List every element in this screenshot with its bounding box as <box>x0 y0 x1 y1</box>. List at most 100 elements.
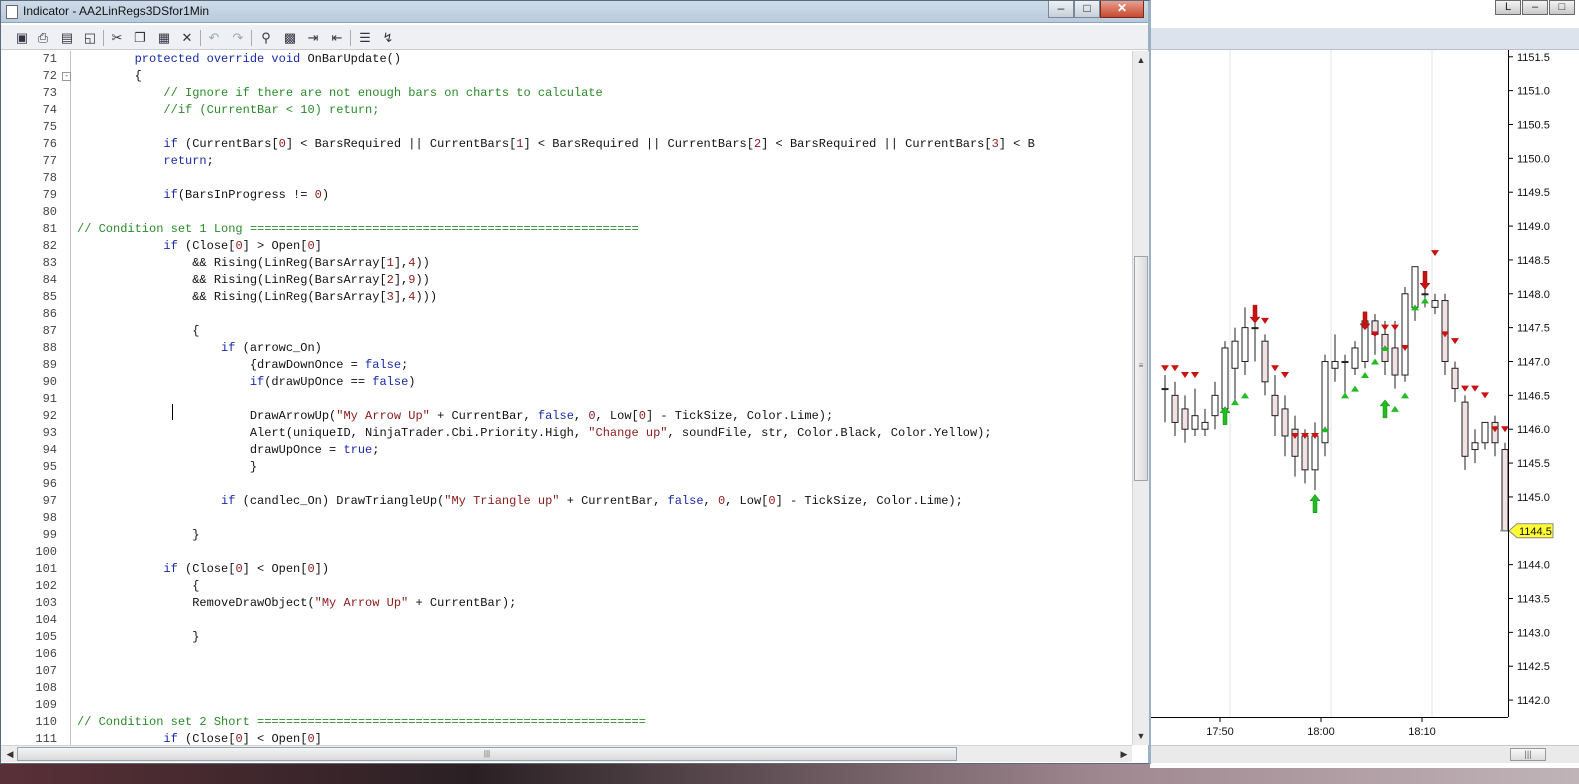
code-line[interactable]: 84 && Rising(LinReg(BarsArray[2],9)) <box>1 272 1131 289</box>
line-number: 91 <box>42 392 57 406</box>
maximize-button[interactable]: □ <box>1074 1 1100 18</box>
code-line[interactable]: 102 { <box>1 578 1131 595</box>
code-line[interactable]: 79 if(BarsInProgress != 0) <box>1 187 1131 204</box>
chart-maximize-button[interactable]: □ <box>1549 0 1575 15</box>
page-setup-icon[interactable]: ◱ <box>82 30 98 45</box>
code-line[interactable]: 109 <box>1 697 1131 714</box>
code-token: if <box>249 375 265 389</box>
time-tick-label: 17:50 <box>1206 726 1234 738</box>
scroll-right-icon[interactable]: ▶ <box>1117 747 1131 761</box>
copy-icon[interactable]: ❐ <box>132 30 148 45</box>
code-text: // Condition set 2 Short ===============… <box>77 714 646 731</box>
code-line[interactable]: 81 // Condition set 1 Long ==============… <box>1 221 1131 238</box>
uncomment-icon[interactable]: ↯ <box>380 30 396 45</box>
code-line[interactable]: 87 { <box>1 323 1131 340</box>
code-token: ) <box>408 375 416 389</box>
code-token: 0 <box>307 732 315 745</box>
code-line[interactable]: 72- { <box>1 68 1131 85</box>
chart-plot-area[interactable] <box>1160 50 1519 717</box>
code-line[interactable]: 73 // Ignore if there are not enough bar… <box>1 85 1131 102</box>
code-line[interactable]: 75 <box>1 119 1131 136</box>
code-line[interactable]: 110 // Condition set 2 Short ============… <box>1 714 1131 731</box>
code-line[interactable]: 100 <box>1 544 1131 561</box>
close-button[interactable]: ✕ <box>1100 1 1144 18</box>
code-line[interactable]: 104 <box>1 612 1131 629</box>
code-token: (Close[ <box>177 562 236 576</box>
print-icon[interactable]: ⎙ <box>35 30 51 45</box>
code-token: ; <box>372 443 380 457</box>
candle-body <box>1161 388 1169 391</box>
code-line[interactable]: 107 <box>1 663 1131 680</box>
candle-body <box>1491 421 1499 444</box>
price-tick-label: 1147.0 <box>1517 356 1550 368</box>
code-line[interactable]: 89 {drawDownOnce = false; <box>1 357 1131 374</box>
vertical-scroll-thumb[interactable]: ≡ <box>1134 256 1148 481</box>
print-preview-icon[interactable]: ▤ <box>59 30 75 45</box>
code-line[interactable]: 93 Alert(uniqueID, NinjaTrader.Cbi.Prior… <box>1 425 1131 442</box>
replace-icon[interactable]: ▩ <box>282 30 298 45</box>
code-line[interactable]: 96 <box>1 476 1131 493</box>
scroll-left-icon[interactable]: ◀ <box>3 747 17 761</box>
code-line[interactable]: 105 } <box>1 629 1131 646</box>
code-line[interactable]: 83 && Rising(LinReg(BarsArray[1],4)) <box>1 255 1131 272</box>
code-token: 0 <box>307 562 315 576</box>
code-line[interactable]: 88 if (arrowc_On) <box>1 340 1131 357</box>
code-line[interactable]: 103 RemoveDrawObject("My Arrow Up" + Cur… <box>1 595 1131 612</box>
vertical-scrollbar[interactable]: ▲ ≡ ▼ <box>1132 51 1149 745</box>
line-number: 71 <box>42 52 57 66</box>
scroll-down-icon[interactable]: ▼ <box>1134 729 1148 743</box>
code-line[interactable]: 85 && Rising(LinReg(BarsArray[3],4))) <box>1 289 1131 306</box>
line-number: 77 <box>42 154 57 168</box>
code-line[interactable]: 97 if (candlec_On) DrawTriangleUp("My Tr… <box>1 493 1131 510</box>
line-number: 97 <box>42 494 57 508</box>
code-line[interactable]: 106 <box>1 646 1131 663</box>
chart-scroll-thumb[interactable]: ||| <box>1510 748 1546 761</box>
code-line[interactable]: 77 return; <box>1 153 1131 170</box>
minimize-button[interactable]: ‒ <box>1048 1 1074 18</box>
fold-toggle-icon[interactable]: - <box>62 72 71 81</box>
code-line[interactable]: 82 if (Close[0] > Open[0] <box>1 238 1131 255</box>
code-line[interactable]: 95 } <box>1 459 1131 476</box>
code-line[interactable]: 86 <box>1 306 1131 323</box>
title-bar[interactable]: Indicator - AA2LinRegs3DSfor1Min ‒ □ ✕ <box>1 1 1148 23</box>
time-axis[interactable]: 17:50 18:00 18:10 <box>1150 717 1508 745</box>
price-axis[interactable]: 1151.5 1151.0 1150.5 1150.0 1149.5 1149.0 1148… <box>1508 50 1579 717</box>
code-line[interactable]: 99 } <box>1 527 1131 544</box>
code-line[interactable]: 71 protected override void OnBarUpdate() <box>1 51 1131 68</box>
cut-icon[interactable]: ✂ <box>109 30 125 45</box>
undo-icon[interactable]: ↶ <box>206 30 222 45</box>
code-line[interactable]: 91 <box>1 391 1131 408</box>
code-text: if(drawUpOnce == false) <box>77 374 416 391</box>
down-triangle-marker <box>1281 372 1289 379</box>
comment-icon[interactable]: ☰ <box>357 30 373 45</box>
code-line[interactable]: 98 <box>1 510 1131 527</box>
code-line[interactable]: 78 <box>1 170 1131 187</box>
indent-icon[interactable]: ⇥ <box>305 30 321 45</box>
chart-horizontal-scrollbar[interactable]: ||| <box>1150 745 1579 763</box>
code-line[interactable]: 90 if(drawUpOnce == false) <box>1 374 1131 391</box>
redo-icon[interactable]: ↷ <box>230 30 246 45</box>
chart-link-button[interactable]: L <box>1495 0 1521 15</box>
outdent-icon[interactable]: ⇤ <box>329 30 345 45</box>
chart-minimize-button[interactable]: ‒ <box>1522 0 1548 15</box>
horizontal-scroll-thumb[interactable]: ||| <box>17 747 957 761</box>
code-line[interactable]: 108 <box>1 680 1131 697</box>
code-line[interactable]: 94 drawUpOnce = true; <box>1 442 1131 459</box>
code-line[interactable]: 101 if (Close[0] < Open[0]) <box>1 561 1131 578</box>
code-line[interactable]: 111 if (Close[0] < Open[0] <box>1 731 1131 745</box>
code-line[interactable]: 92 DrawArrowUp("My Arrow Up" + CurrentBa… <box>1 408 1131 425</box>
scroll-up-icon[interactable]: ▲ <box>1134 53 1148 67</box>
paste-icon[interactable]: ▦ <box>156 30 172 45</box>
code-editor[interactable]: 71 protected override void OnBarUpdate()… <box>1 51 1131 745</box>
code-line[interactable]: 74 //if (CurrentBar < 10) return; <box>1 102 1131 119</box>
code-text: Alert(uniqueID, NinjaTrader.Cbi.Priority… <box>77 425 992 442</box>
delete-icon[interactable]: ✕ <box>179 30 195 45</box>
save-icon[interactable]: ▣ <box>14 30 30 45</box>
code-line[interactable]: 80 <box>1 204 1131 221</box>
horizontal-scrollbar[interactable]: ◀ ||| ▶ <box>1 745 1132 762</box>
code-line[interactable]: 76 if (CurrentBars[0] < BarsRequired || … <box>1 136 1131 153</box>
find-icon[interactable]: ⚲ <box>258 30 274 45</box>
